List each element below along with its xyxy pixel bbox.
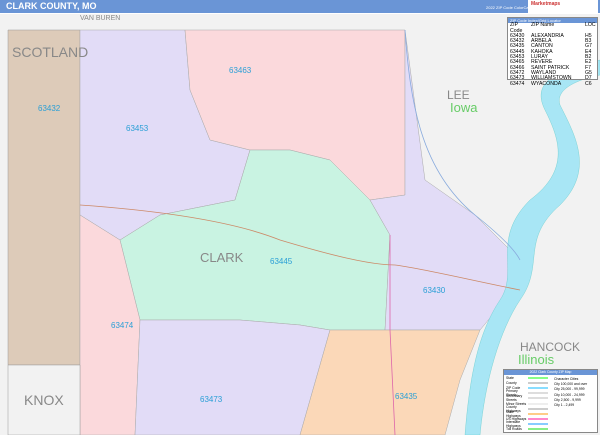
legend-swatch <box>528 381 548 384</box>
legend-swatch <box>528 386 548 389</box>
neighbor-label: VAN BUREN <box>80 15 121 22</box>
zip-label: 63435 <box>395 392 418 401</box>
state-label: Illinois <box>518 352 555 367</box>
legend-swatch <box>528 402 548 405</box>
zip-label: 63432 <box>38 104 61 113</box>
zip-table-cell: C6 <box>585 80 592 87</box>
zip-area-63473[interactable] <box>134 319 331 435</box>
zip-label: 63473 <box>200 395 223 404</box>
legend-swatch <box>528 423 548 426</box>
zip-label: 63430 <box>423 286 446 295</box>
zip-label: 63474 <box>111 321 134 330</box>
legend-item: Toll Roads <box>504 427 597 432</box>
legend-swatch <box>528 397 548 400</box>
neighbor-label: SCOTLAND <box>12 44 89 60</box>
legend-swatch <box>528 407 548 410</box>
state-label: Iowa <box>450 100 478 115</box>
zip-label: 63463 <box>229 66 252 75</box>
county-label: CLARK <box>200 250 244 265</box>
neighbor-label: KNOX <box>24 392 64 408</box>
legend-label: County <box>506 380 517 385</box>
legend-swatch <box>528 376 548 379</box>
zip-table-cell: 63474 <box>510 80 525 87</box>
legend-swatch <box>528 418 548 421</box>
legend-swatch <box>528 392 548 395</box>
legend-label: Toll Roads <box>506 427 522 432</box>
legend-city-item: City 1 - 2,499 <box>554 402 575 407</box>
zip-table-cell: WYACONDA <box>531 80 562 87</box>
page-title: CLARK COUNTY, MO <box>6 1 97 11</box>
zip-index-table: ZIP Code Index/Grid Locator ZIP Code ZIP … <box>507 17 598 86</box>
legend-swatch <box>528 412 548 415</box>
legend-label: State <box>506 375 514 380</box>
zip-label: 63445 <box>270 257 293 266</box>
map-legend: 2022 Clark County ZIP Map State County ZIP… <box>503 369 598 433</box>
zip-label: 63453 <box>126 124 149 133</box>
zip-table-row: 63474 WYACONDA C6 <box>508 80 597 87</box>
header-bar: CLARK COUNTY, MO 2022 ZIP Code ColorCast… <box>0 0 600 13</box>
logo: Marketmaps <box>528 0 598 13</box>
zip-area-63432[interactable] <box>7 29 81 366</box>
legend-swatch <box>528 428 548 431</box>
